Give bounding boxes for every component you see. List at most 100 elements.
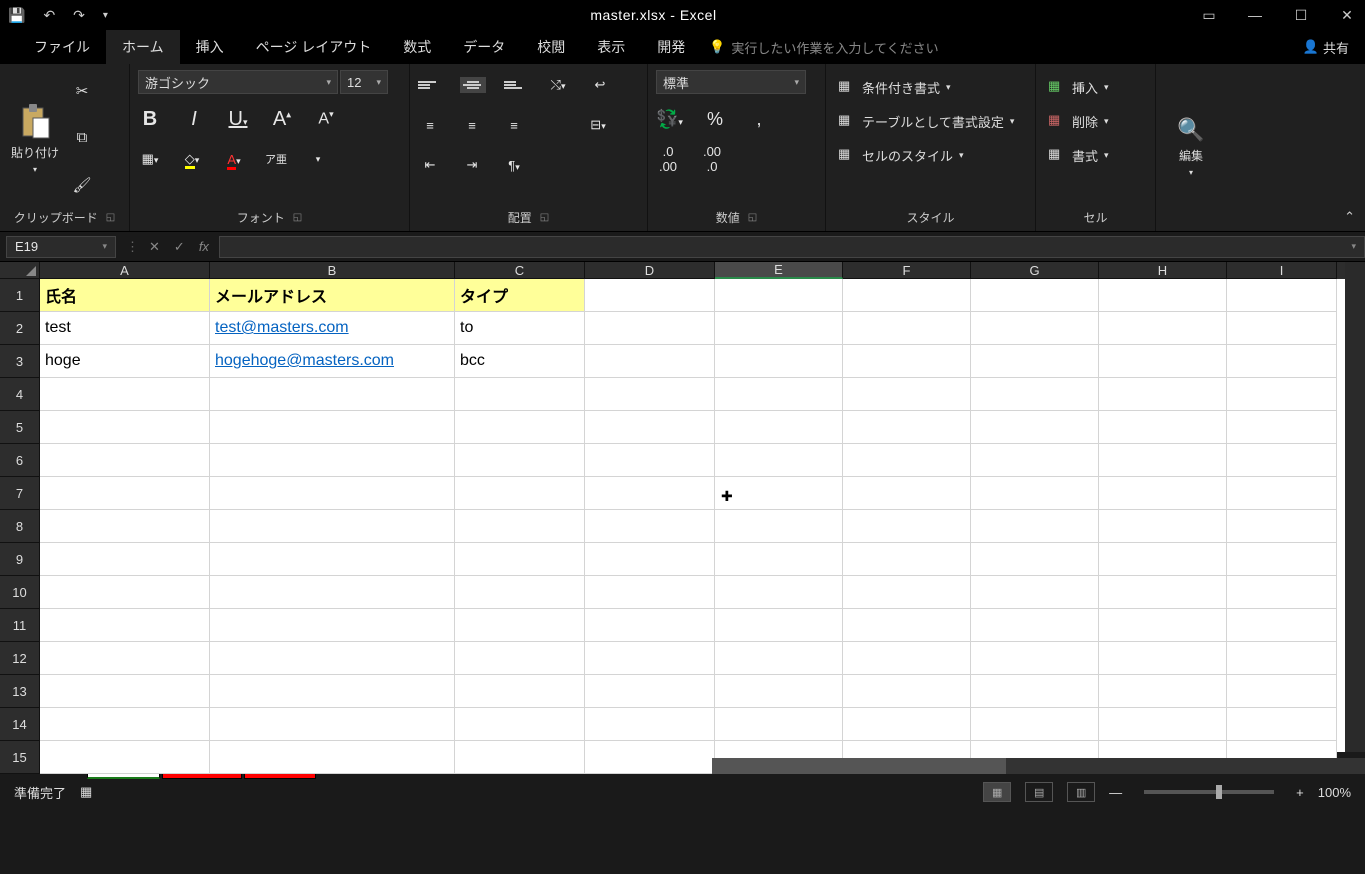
select-all-corner[interactable] (0, 262, 40, 279)
cell[interactable] (1227, 477, 1337, 510)
cell[interactable] (585, 609, 715, 642)
font-size-dropdown[interactable]: 12▾ (340, 70, 388, 94)
cell[interactable] (40, 642, 210, 675)
minimize-icon[interactable]: — (1245, 7, 1265, 23)
cell[interactable] (971, 576, 1099, 609)
enter-formula-icon[interactable]: ✓ (174, 239, 185, 255)
cell[interactable] (1227, 642, 1337, 675)
cell[interactable] (971, 411, 1099, 444)
copy-icon[interactable]: ⧉ (68, 126, 96, 150)
column-header-F[interactable]: F (843, 262, 971, 279)
name-box[interactable]: E19▾ (6, 236, 116, 258)
align-bottom-icon[interactable] (504, 80, 528, 90)
cell[interactable] (455, 444, 585, 477)
conditional-format-button[interactable]: ▦条件付き書式▾ (834, 74, 1027, 100)
cell[interactable] (1227, 312, 1337, 345)
align-left-icon[interactable]: ≡ (418, 118, 442, 133)
phonetic-button[interactable]: ア亜 (264, 151, 288, 167)
cell[interactable] (585, 411, 715, 444)
cell[interactable] (971, 609, 1099, 642)
tab-挿入[interactable]: 挿入 (180, 30, 240, 64)
row-header[interactable]: 1 (0, 279, 40, 312)
cell[interactable] (40, 741, 210, 774)
format-as-table-button[interactable]: ▦テーブルとして書式設定▾ (834, 108, 1027, 134)
expand-formula-bar-icon[interactable]: ▾ (1351, 241, 1356, 252)
paste-button[interactable]: 貼り付け ▾ (8, 70, 62, 206)
cancel-formula-icon[interactable]: ✕ (149, 239, 160, 255)
cell[interactable] (1227, 576, 1337, 609)
cell[interactable] (1227, 444, 1337, 477)
tab-数式[interactable]: 数式 (387, 30, 447, 64)
cell[interactable] (455, 708, 585, 741)
shrink-font-button[interactable]: A▾ (314, 109, 338, 128)
horizontal-scrollbar[interactable] (712, 758, 1365, 774)
cell[interactable] (585, 708, 715, 741)
cell[interactable] (971, 477, 1099, 510)
cell[interactable] (40, 708, 210, 741)
cell[interactable] (210, 576, 455, 609)
cell[interactable] (715, 675, 843, 708)
cell[interactable] (455, 411, 585, 444)
cell[interactable] (843, 279, 971, 312)
cell[interactable] (40, 477, 210, 510)
cell[interactable] (585, 444, 715, 477)
cell[interactable] (715, 642, 843, 675)
cell[interactable] (1099, 675, 1227, 708)
cell[interactable] (715, 477, 843, 510)
cell[interactable] (715, 510, 843, 543)
normal-view-button[interactable]: ▦ (983, 782, 1011, 802)
row-header[interactable]: 2 (0, 312, 40, 345)
number-format-dropdown[interactable]: 標準▾ (656, 70, 806, 94)
row-header[interactable]: 6 (0, 444, 40, 477)
page-layout-view-button[interactable]: ▤ (1025, 782, 1053, 802)
cell[interactable] (843, 345, 971, 378)
cell[interactable] (1099, 444, 1227, 477)
comma-button[interactable]: , (747, 109, 771, 130)
decrease-indent-icon[interactable]: ⇤ (418, 157, 442, 173)
cell[interactable] (715, 708, 843, 741)
cell[interactable]: hoge (40, 345, 210, 378)
page-break-view-button[interactable]: ▥ (1067, 782, 1095, 802)
cell[interactable] (210, 543, 455, 576)
cell[interactable] (1227, 609, 1337, 642)
align-top-icon[interactable] (418, 80, 442, 90)
cell[interactable] (585, 279, 715, 312)
cell[interactable] (1227, 279, 1337, 312)
bold-button[interactable]: B (138, 108, 162, 131)
cell[interactable] (843, 543, 971, 576)
cell[interactable] (455, 576, 585, 609)
cell[interactable] (843, 576, 971, 609)
fx-icon[interactable]: fx (199, 239, 209, 255)
cell[interactable] (585, 345, 715, 378)
cell[interactable] (715, 411, 843, 444)
cell[interactable]: メールアドレス (210, 279, 455, 312)
cell[interactable] (585, 510, 715, 543)
cell[interactable] (1227, 675, 1337, 708)
tab-表示[interactable]: 表示 (581, 30, 641, 64)
dialog-launcher-icon[interactable]: ◱ (106, 212, 115, 223)
column-header-I[interactable]: I (1227, 262, 1337, 279)
cell[interactable] (843, 708, 971, 741)
cell[interactable] (585, 741, 715, 774)
wrap-text-button[interactable]: ↩ (588, 77, 612, 93)
cell[interactable] (971, 279, 1099, 312)
cell[interactable] (715, 279, 843, 312)
row-header[interactable]: 13 (0, 675, 40, 708)
row-header[interactable]: 14 (0, 708, 40, 741)
align-right-icon[interactable]: ≡ (502, 118, 526, 133)
cell[interactable] (455, 510, 585, 543)
rtl-icon[interactable]: ¶▾ (502, 158, 526, 173)
cell[interactable] (455, 543, 585, 576)
cell[interactable] (210, 675, 455, 708)
cell[interactable] (971, 312, 1099, 345)
format-painter-icon[interactable]: 🖌 (68, 173, 96, 197)
redo-icon[interactable]: ↷ (73, 7, 85, 24)
cell[interactable] (1099, 378, 1227, 411)
cell[interactable] (1099, 543, 1227, 576)
merge-button[interactable]: ⊟▾ (586, 117, 610, 133)
orientation-button[interactable]: ⤭▾ (546, 77, 570, 93)
tab-校閲[interactable]: 校閲 (521, 30, 581, 64)
cell[interactable] (1227, 543, 1337, 576)
cell[interactable] (715, 543, 843, 576)
cell[interactable] (1099, 576, 1227, 609)
